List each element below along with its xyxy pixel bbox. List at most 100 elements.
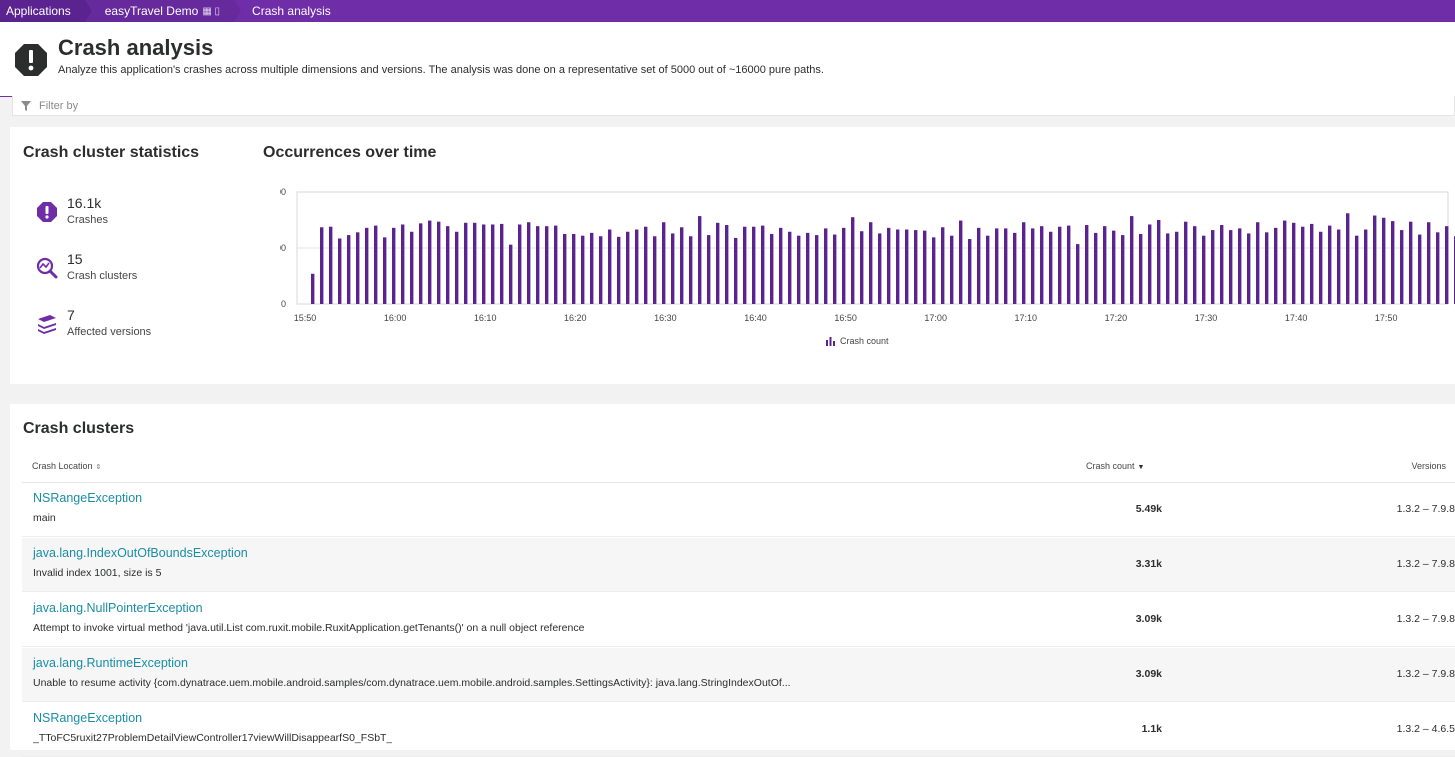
chart-bar (1166, 233, 1170, 304)
chart-bar (464, 222, 468, 304)
chart-bar (1121, 235, 1125, 304)
chart-bar (671, 233, 675, 304)
chart-bar (995, 228, 999, 304)
cluster-link[interactable]: java.lang.NullPointerException (33, 601, 203, 615)
chart-bar (311, 273, 315, 304)
cluster-link[interactable]: NSRangeException (33, 491, 142, 505)
cluster-link[interactable]: java.lang.IndexOutOfBoundsException (33, 546, 248, 560)
stat-value: 15 (67, 251, 83, 267)
chart-bar (1391, 221, 1395, 304)
chart-bar (500, 223, 504, 304)
x-tick-label: 16:00 (384, 313, 407, 323)
column-header-location[interactable]: Crash Location ⇕ (32, 461, 101, 471)
chart-bar (1175, 231, 1179, 304)
page-subtitle: Analyze this application's crashes acros… (58, 64, 824, 76)
chart-bar (941, 227, 945, 304)
chart-bar (1418, 234, 1422, 304)
x-tick-label: 16:40 (744, 313, 767, 323)
chart-bar (572, 234, 576, 304)
chart-bar (1247, 233, 1251, 304)
crash-count: 5.49k (1135, 503, 1162, 515)
table-row[interactable]: java.lang.RuntimeException Unable to res… (22, 648, 1455, 702)
version-range: 1.3.2 – 7.9.8 (1396, 558, 1455, 570)
chart-bar (1436, 232, 1440, 304)
y-tick-label: 100 (280, 243, 286, 253)
table-row[interactable]: NSRangeException main 5.49k 1.3.2 – 7.9.… (22, 483, 1455, 537)
x-tick-label: 16:50 (834, 313, 857, 323)
x-tick-label: 16:30 (654, 313, 677, 323)
chart-bar (527, 222, 531, 304)
chart-legend[interactable]: Crash count (826, 336, 889, 346)
x-tick-label: 17:50 (1375, 313, 1398, 323)
breadcrumb: Applications easyTravel Demo ▦ ▯ Crash a… (0, 0, 1455, 22)
y-tick-label: 0 (281, 299, 286, 309)
chart-bar (590, 232, 594, 304)
stat-label: Crashes (67, 214, 108, 226)
bar-chart-icon (826, 336, 835, 346)
x-tick-label: 17:00 (924, 313, 947, 323)
chart-bar (1004, 228, 1008, 304)
chart-bar (563, 234, 567, 304)
crash-count: 3.31k (1135, 558, 1162, 570)
filter-bar (12, 96, 1455, 116)
chart-bar (473, 222, 477, 304)
cluster-description: Attempt to invoke virtual method 'java.u… (33, 622, 585, 634)
breadcrumb-app[interactable]: easyTravel Demo ▦ ▯ (84, 0, 242, 22)
chart-bar (1364, 229, 1368, 304)
column-header-count[interactable]: Crash count ▼ (1086, 461, 1144, 471)
chart-bar (1382, 217, 1386, 304)
legend-label: Crash count (840, 336, 889, 346)
chart-bar (977, 227, 981, 304)
chart-bar (788, 231, 792, 304)
chart-bar (1193, 226, 1197, 304)
chart-bar (1112, 230, 1116, 304)
chart-bar (545, 226, 549, 304)
table-row[interactable]: java.lang.NullPointerException Attempt t… (22, 593, 1455, 647)
chart-bar (536, 226, 540, 304)
stat-value: 16.1k (67, 195, 102, 211)
version-range: 1.3.2 – 7.9.8 (1396, 503, 1455, 515)
cluster-link[interactable]: java.lang.RuntimeException (33, 656, 188, 670)
sort-desc-icon: ▼ (1137, 464, 1145, 471)
chart-bar (1094, 232, 1098, 304)
chart-bar (815, 235, 819, 304)
chart-bar (446, 226, 450, 304)
stat-label: Crash clusters (67, 270, 138, 282)
chart-bar (338, 238, 342, 304)
x-tick-label: 16:10 (474, 313, 497, 323)
chart-bar (1355, 235, 1359, 304)
chart-bar (887, 227, 891, 304)
chart-bar (455, 231, 459, 304)
cluster-link[interactable]: NSRangeException (33, 711, 142, 725)
chart-bar (824, 228, 828, 304)
chart-bar (599, 236, 603, 304)
statistics-panel: Crash cluster statistics 16.1k Crashes 1… (10, 127, 1455, 384)
column-label: Versions (1411, 461, 1446, 471)
page-title: Crash analysis (58, 35, 214, 60)
chart-bar (1409, 221, 1413, 304)
chart-bar (518, 224, 522, 304)
chart-bar (1301, 226, 1305, 304)
page-header: Crash analysis Analyze this application'… (0, 22, 1455, 97)
stats-title: Crash cluster statistics (23, 144, 200, 161)
table-row[interactable]: NSRangeException _TToFC5ruxit27ProblemDe… (22, 703, 1455, 757)
filter-input[interactable] (37, 98, 641, 113)
cluster-description: Unable to resume activity {com.dynatrace… (33, 677, 791, 689)
occurrences-chart: 0 100 200 15:50 16:00 16:10 16:20 16:30 16:40 16:… (280, 187, 1455, 323)
exclamation-circle-icon (37, 202, 57, 222)
crash-count: 1.1k (1141, 723, 1162, 735)
column-header-versions[interactable]: Versions (1411, 461, 1446, 471)
breadcrumb-applications[interactable]: Applications (0, 0, 92, 22)
chart-bar (509, 244, 513, 304)
table-row[interactable]: java.lang.IndexOutOfBoundsException Inva… (22, 538, 1455, 592)
chart-bar (1400, 230, 1404, 304)
chart-bar (608, 229, 612, 304)
chart-bar (959, 220, 963, 304)
chart-bar (329, 226, 333, 304)
chart-bar (950, 235, 954, 304)
chart-bar (644, 226, 648, 304)
chart-bar (1310, 223, 1314, 304)
chart-bar (770, 234, 774, 304)
chart-bar (1049, 231, 1053, 304)
crash-alert-icon (15, 44, 47, 76)
